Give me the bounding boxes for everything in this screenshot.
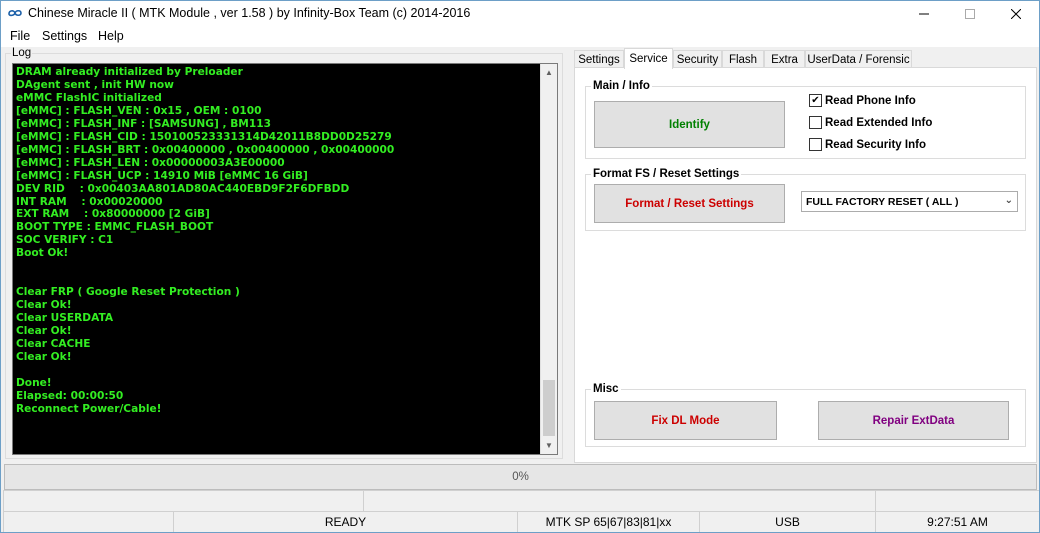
menu-file[interactable]: File <box>10 29 30 43</box>
status-chip: MTK SP 65|67|83|81|xx <box>517 511 699 532</box>
progress-bar: 0% <box>4 464 1037 490</box>
read-phone-info-checkbox[interactable]: ✔ Read Phone Info <box>809 94 916 107</box>
status-ready: READY <box>173 511 517 532</box>
scroll-up-icon[interactable]: ▲ <box>541 64 557 81</box>
close-button[interactable] <box>993 1 1039 27</box>
log-line: [eMMC] : FLASH_BRT : 0x00400000 , 0x0040… <box>16 143 395 156</box>
log-line: Clear FRP ( Google Reset Protection ) <box>16 286 240 299</box>
format-reset-button[interactable]: Format / Reset Settings <box>594 184 785 223</box>
maximize-button[interactable] <box>947 1 993 27</box>
window-title: Chinese Miracle II ( MTK Module , ver 1.… <box>28 6 471 20</box>
maximize-icon <box>965 9 975 19</box>
log-line: DAgent sent , init HW now <box>16 78 174 91</box>
service-panel: Main / Info Identify ✔ Read Phone Info R… <box>574 67 1037 463</box>
tab-userdata-forensic[interactable]: UserData / Forensic <box>805 50 912 68</box>
minimize-button[interactable] <box>901 1 947 27</box>
chevron-down-icon: ⌄ <box>1004 195 1013 206</box>
log-line: [eMMC] : FLASH_VEN : 0x15 , OEM : 0100 <box>16 104 262 117</box>
log-line: [eMMC] : FLASH_INF : [SAMSUNG] , BM113 <box>16 117 271 130</box>
log-line: [eMMC] : FLASH_CID : 150100523331314D420… <box>16 130 392 143</box>
log-line: Elapsed: 00:00:50 <box>16 389 124 402</box>
read-security-info-checkbox[interactable]: Read Security Info <box>809 138 926 151</box>
log-line: Boot Ok! <box>16 247 69 260</box>
misc-group: Misc Fix DL Mode Repair ExtData <box>585 383 1026 447</box>
scrollbar-thumb[interactable] <box>543 380 555 436</box>
identify-button[interactable]: Identify <box>594 101 785 148</box>
misc-title: Misc <box>591 383 621 395</box>
checkbox-unchecked-icon <box>809 138 822 151</box>
log-scrollbar[interactable]: ▲ ▼ <box>540 64 557 454</box>
app-window: Chinese Miracle II ( MTK Module , ver 1.… <box>0 0 1040 533</box>
menu-help[interactable]: Help <box>98 29 124 43</box>
progress-text: 0% <box>512 471 529 483</box>
scroll-down-icon[interactable]: ▼ <box>541 437 557 454</box>
main-info-group: Main / Info Identify ✔ Read Phone Info R… <box>585 80 1026 159</box>
status-port: USB <box>699 511 875 532</box>
log-line: SOC VERIFY : C1 <box>16 234 114 247</box>
log-line: Clear USERDATA <box>16 312 114 325</box>
log-line: Clear CACHE <box>16 338 91 351</box>
menu-bar: File Settings Help <box>1 27 1039 47</box>
log-line: Clear Ok! <box>16 299 72 312</box>
minimize-icon <box>919 13 929 15</box>
status-cell-empty-1 <box>3 490 363 511</box>
main-info-title: Main / Info <box>591 80 652 92</box>
title-bar: Chinese Miracle II ( MTK Module , ver 1.… <box>1 1 1039 27</box>
log-line: [eMMC] : FLASH_LEN : 0x00000003A3E00000 <box>16 156 285 169</box>
read-security-info-label: Read Security Info <box>825 138 926 151</box>
tab-flash[interactable]: Flash <box>722 50 764 68</box>
status-time: 9:27:51 AM <box>875 511 1039 532</box>
status-cell-empty-2 <box>363 490 875 511</box>
tab-service[interactable]: Service <box>624 48 673 69</box>
checkbox-checked-icon: ✔ <box>809 94 822 107</box>
repair-extdata-button[interactable]: Repair ExtData <box>818 401 1009 440</box>
log-output[interactable]: DRAM already initialized by Preloader DAg… <box>12 63 558 455</box>
log-line: [eMMC] : FLASH_UCP : 14910 MiB [eMMC 16 … <box>16 169 308 182</box>
log-text: DRAM already initialized by Preloader DAg… <box>16 66 536 416</box>
log-line: Reconnect Power/Cable! <box>16 402 162 415</box>
tab-security[interactable]: Security <box>673 50 722 68</box>
infinity-logo-icon <box>8 9 22 17</box>
log-line: DRAM already initialized by Preloader <box>16 66 243 78</box>
read-extended-info-checkbox[interactable]: Read Extended Info <box>809 116 932 129</box>
log-line: INT RAM : 0x00020000 <box>16 195 163 208</box>
status-cell-empty-3 <box>875 490 1039 511</box>
log-label: Log <box>11 47 33 59</box>
close-icon <box>1011 9 1021 19</box>
format-reset-group: Format FS / Reset Settings Format / Rese… <box>585 168 1026 231</box>
reset-mode-value: FULL FACTORY RESET ( ALL ) <box>806 195 959 208</box>
read-phone-info-label: Read Phone Info <box>825 94 916 107</box>
reset-mode-select[interactable]: FULL FACTORY RESET ( ALL ) ⌄ <box>801 191 1018 212</box>
log-line: eMMC FlashIC initialized <box>16 91 162 104</box>
tab-settings[interactable]: Settings <box>574 50 624 68</box>
log-line: Clear Ok! <box>16 350 72 363</box>
log-line: BOOT TYPE : EMMC_FLASH_BOOT <box>16 221 214 234</box>
checkbox-unchecked-icon <box>809 116 822 129</box>
log-line: DEV RID : 0x00403AA801AD80AC440EBD9F2F6D… <box>16 182 350 195</box>
log-line: Clear Ok! <box>16 325 72 338</box>
menu-settings[interactable]: Settings <box>42 29 87 43</box>
status-cell-empty-4 <box>3 511 173 532</box>
log-line: EXT RAM : 0x80000000 [2 GiB] <box>16 208 210 221</box>
read-extended-info-label: Read Extended Info <box>825 116 933 129</box>
format-reset-title: Format FS / Reset Settings <box>591 168 742 180</box>
fix-dl-mode-button[interactable]: Fix DL Mode <box>594 401 777 440</box>
tab-extra[interactable]: Extra <box>764 50 805 68</box>
status-bar: READY MTK SP 65|67|83|81|xx USB 9:27:51 … <box>1 490 1039 532</box>
log-line: Done! <box>16 376 52 389</box>
